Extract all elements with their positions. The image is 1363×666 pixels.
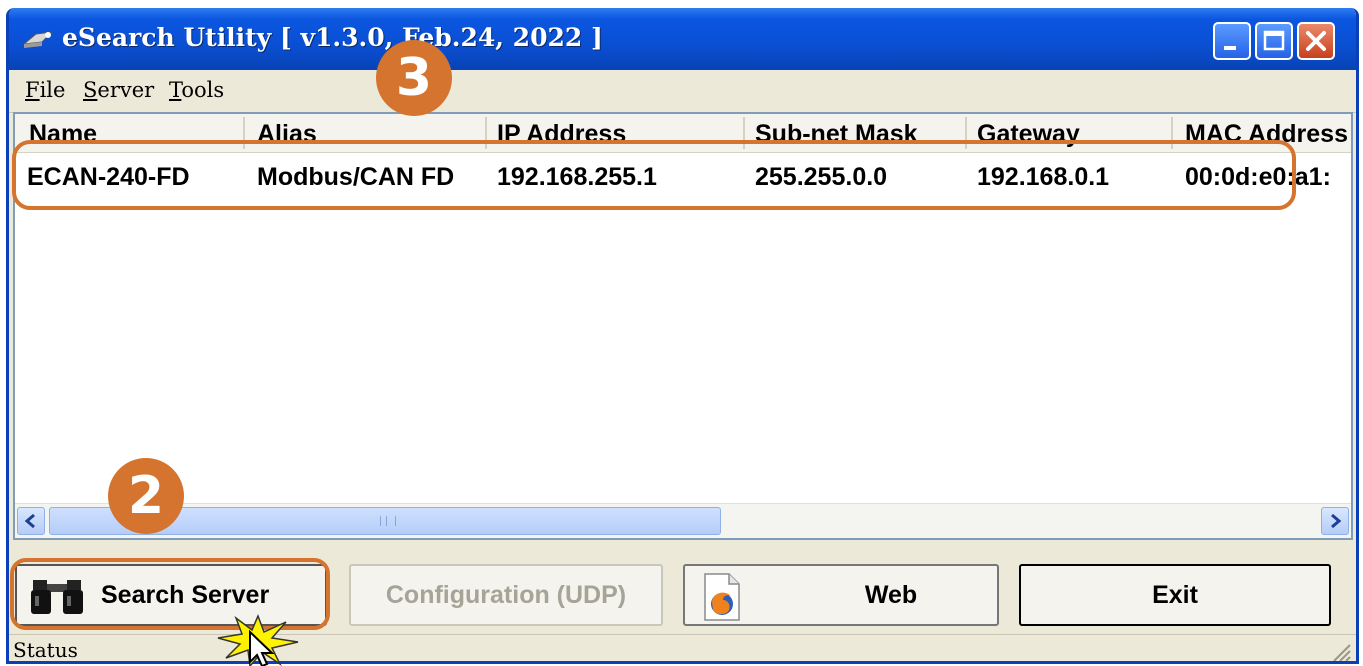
close-button[interactable] [1297,22,1335,60]
web-label: Web [864,580,918,609]
close-icon [1306,31,1326,51]
menu-server[interactable]: Server [83,78,154,102]
horizontal-scrollbar[interactable] [15,503,1351,538]
exit-label: Exit [1152,580,1198,609]
firefox-icon [704,573,740,621]
resize-grip-icon[interactable] [1328,639,1352,663]
menu-file[interactable]: File [25,78,65,102]
row-highlight-frame [12,140,1296,210]
step-3-badge: 3 [376,40,452,116]
menu-bar: File Server Tools [9,70,1356,113]
status-text: Status [13,638,78,662]
chevron-right-icon [1331,513,1342,529]
network-icon [22,31,54,48]
window-title: eSearch Utility [ v1.3.0, Feb.24, 2022 ] [62,23,603,52]
scroll-right-button[interactable] [1321,507,1349,535]
maximize-button[interactable] [1255,22,1293,60]
configuration-udp-label: Configuration (UDP) [385,580,627,609]
menu-tools[interactable]: Tools [169,78,224,102]
step-2-badge: 2 [108,458,184,534]
configuration-udp-button[interactable]: Configuration (UDP) [349,564,663,626]
title-bar: eSearch Utility [ v1.3.0, Feb.24, 2022 ] [9,8,1356,70]
scroll-left-button[interactable] [17,507,45,535]
minimize-icon [1224,46,1236,50]
click-burst-icon [217,613,299,666]
thumb-grip [380,516,396,526]
chevron-left-icon [24,513,35,529]
minimize-button[interactable] [1213,22,1251,60]
exit-button[interactable]: Exit [1019,564,1331,626]
web-button[interactable]: Web [683,564,999,626]
maximize-icon [1263,30,1285,51]
